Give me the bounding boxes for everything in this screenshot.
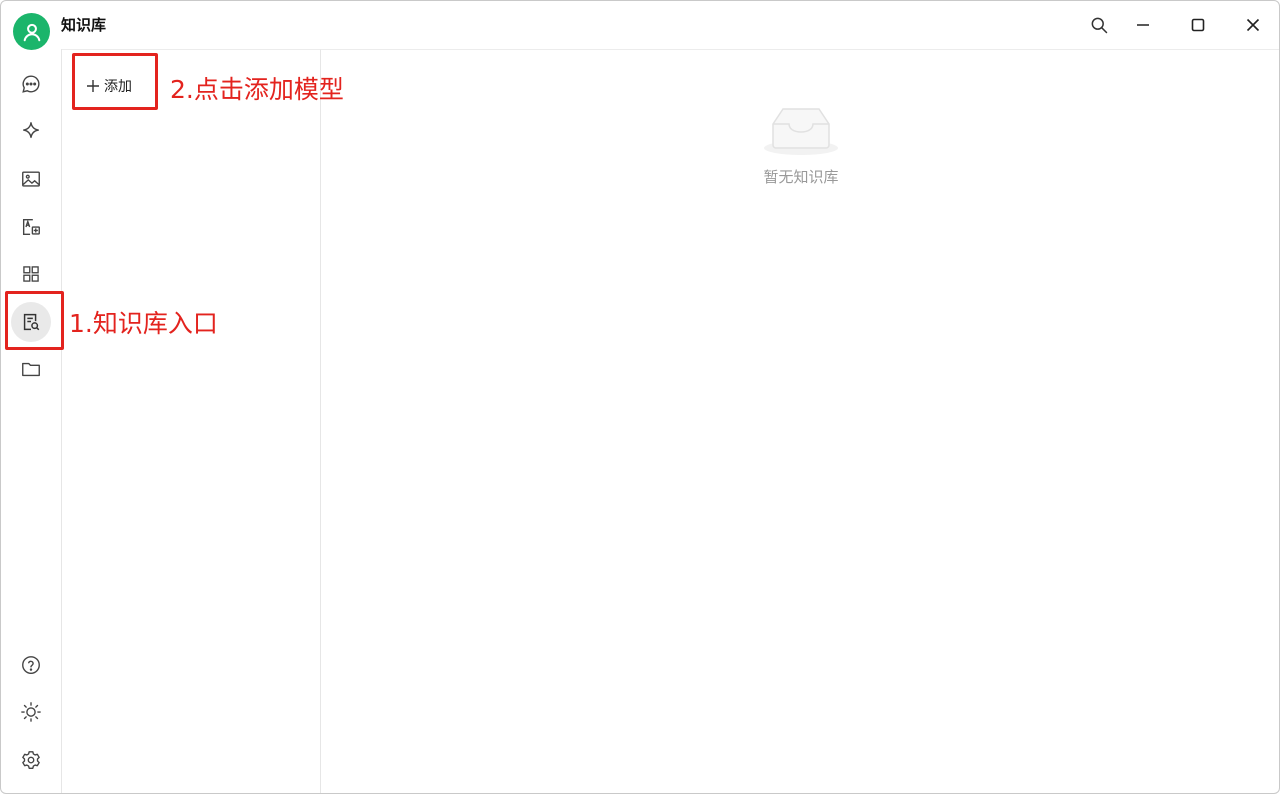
sidebar-item-theme[interactable] — [11, 692, 51, 732]
empty-state-text: 暂无知识库 — [763, 168, 839, 186]
title-bar: 知识库 — [1, 1, 1279, 50]
sidebar-item-translate[interactable] — [11, 207, 51, 247]
minimize-button[interactable] — [1123, 9, 1163, 41]
empty-inbox-icon — [764, 108, 838, 155]
maximize-icon — [1191, 18, 1205, 32]
main-content: 暂无知识库 — [321, 49, 1279, 793]
annotation-step2-text: 2.点击添加模型 — [170, 75, 344, 104]
app-window: 知识库 添加 暂无知识库 — [0, 0, 1280, 794]
minimize-icon — [1137, 24, 1149, 26]
maximize-button[interactable] — [1178, 9, 1218, 41]
image-icon — [22, 171, 40, 187]
close-button[interactable] — [1233, 9, 1273, 41]
folder-icon — [22, 362, 40, 377]
sidebar-item-chat[interactable] — [11, 64, 51, 104]
sidebar-item-apps[interactable] — [11, 254, 51, 294]
annotation-step1-text: 1.知识库入口 — [69, 309, 218, 338]
sidebar-item-settings[interactable] — [11, 740, 51, 780]
search-button[interactable] — [1079, 9, 1119, 41]
help-icon — [22, 656, 40, 674]
sidebar-item-help[interactable] — [11, 645, 51, 685]
sparkle-icon — [22, 122, 40, 139]
settings-gear-icon — [22, 751, 40, 769]
annotation-box-add-button — [72, 53, 158, 110]
annotation-box-knowledge-entry — [5, 291, 64, 350]
search-icon — [1091, 17, 1108, 34]
theme-sun-icon — [21, 702, 41, 722]
window-title: 知识库 — [61, 16, 107, 34]
knowledge-list-pane: 添加 — [62, 49, 321, 793]
sidebar-item-assistant[interactable] — [11, 111, 51, 151]
translate-icon — [22, 218, 40, 236]
apps-grid-icon — [23, 266, 39, 282]
sidebar-item-files[interactable] — [11, 349, 51, 389]
user-icon — [23, 23, 40, 41]
chat-icon — [22, 75, 40, 93]
user-avatar[interactable] — [13, 13, 50, 50]
sidebar-item-image[interactable] — [11, 159, 51, 199]
close-icon — [1246, 18, 1260, 32]
sidebar — [1, 49, 62, 793]
